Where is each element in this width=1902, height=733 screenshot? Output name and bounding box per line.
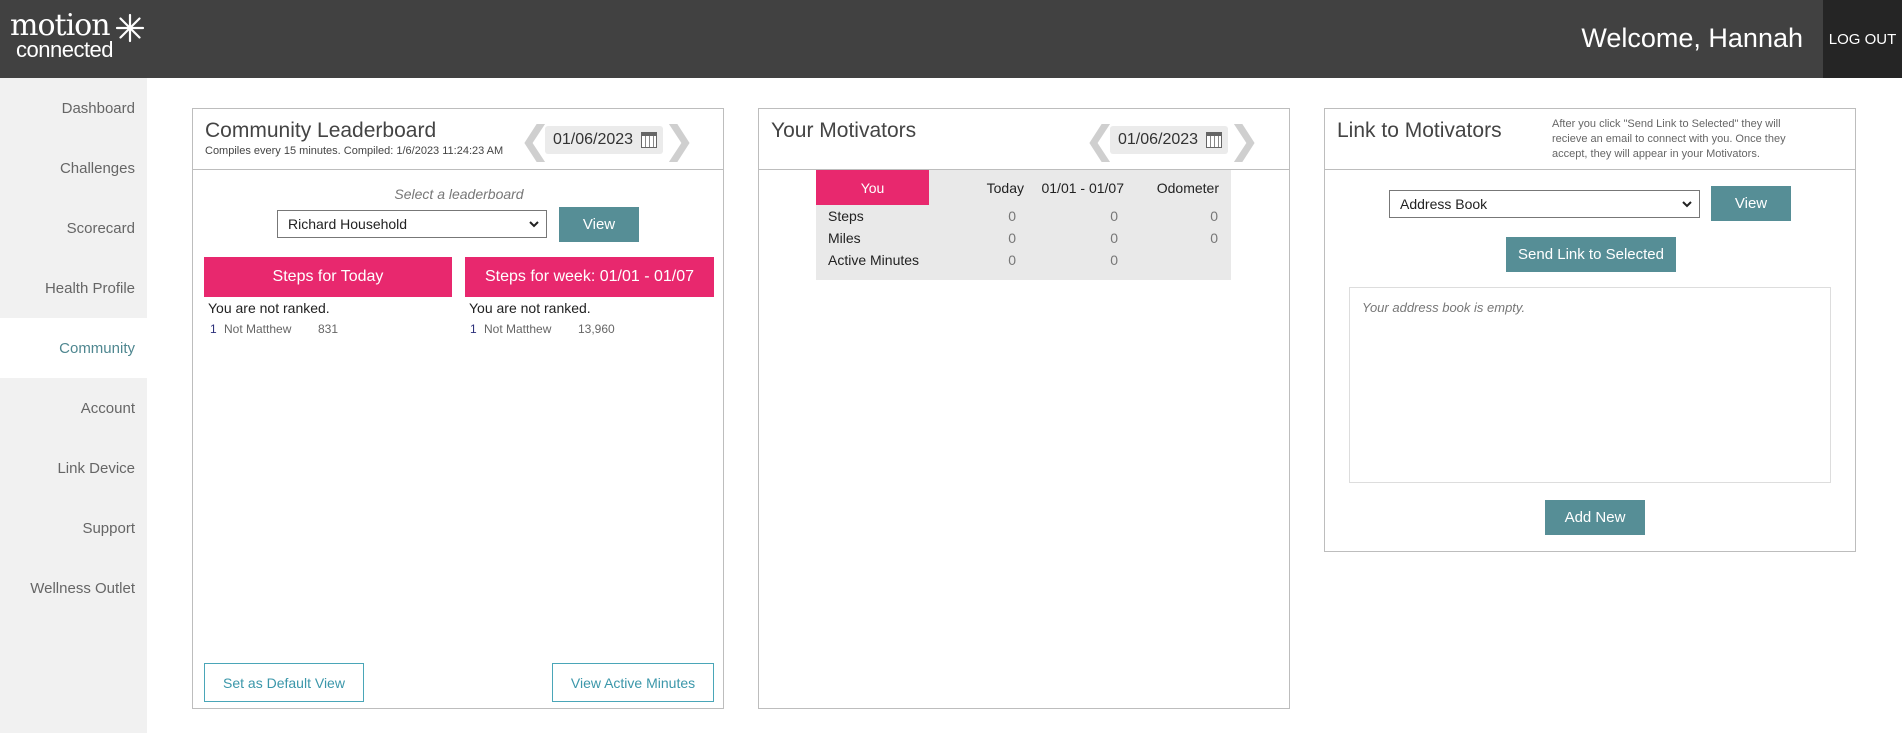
week-not-ranked-note: You are not ranked. <box>469 300 591 316</box>
row-label: Steps <box>828 208 864 224</box>
add-new-button[interactable]: Add New <box>1545 500 1645 535</box>
prev-date-chevron-icon[interactable]: ❮ <box>519 121 551 159</box>
leaderboard-date-picker[interactable]: 01/06/2023 <box>545 126 664 154</box>
rank-number: 1 <box>470 322 477 336</box>
link-motivators-panel: Link to Motivators After you click "Send… <box>1324 108 1856 552</box>
calendar-icon[interactable] <box>641 132 658 148</box>
address-book-select[interactable]: Address Book <box>1389 190 1700 218</box>
motivators-title: Your Motivators <box>771 119 917 142</box>
chevron-down-icon <box>1682 201 1692 208</box>
address-book-select-value: Address Book <box>1400 196 1488 212</box>
link-motivators-header: Link to Motivators After you click "Send… <box>1325 109 1855 170</box>
motivators-date-value: 01/06/2023 <box>1118 131 1199 148</box>
rank-value: 831 <box>318 322 339 336</box>
link-help-text: After you click "Send Link to Selected" … <box>1552 118 1786 160</box>
address-book-list: Your address book is empty. <box>1349 287 1831 483</box>
leaderboard-view-button[interactable]: View <box>559 207 639 242</box>
view-active-minutes-button[interactable]: View Active Minutes <box>552 663 714 702</box>
sidebar-item-account[interactable]: Account <box>0 378 147 438</box>
rank-value: 13,960 <box>578 322 615 336</box>
next-date-chevron-icon[interactable]: ❯ <box>1228 121 1260 159</box>
cell-today: 0 <box>1008 230 1016 246</box>
leaderboard-select[interactable]: Richard Household <box>277 210 547 238</box>
rank-name: Not Matthew <box>484 322 552 336</box>
sidebar-item-dashboard[interactable]: Dashboard <box>0 78 147 138</box>
cell-odometer: 0 <box>1210 208 1218 224</box>
chevron-down-icon <box>529 221 539 228</box>
leaderboard-panel: Community Leaderboard Compiles every 15 … <box>192 108 724 709</box>
address-book-view-button[interactable]: View <box>1711 186 1791 221</box>
motivators-table: You Today 01/01 - 01/07 Odometer Steps 0… <box>816 170 1231 280</box>
column-header-odometer: Odometer <box>1156 179 1219 196</box>
motion-connected-logo[interactable]: motion connected <box>10 11 150 63</box>
column-header-week: 01/01 - 01/07 <box>1041 179 1124 196</box>
today-not-ranked-note: You are not ranked. <box>208 300 330 316</box>
top-header: motion connected Welcome, Hannah LOG OUT <box>0 0 1902 78</box>
cell-today: 0 <box>1008 208 1016 224</box>
leaderboard-date-value: 01/06/2023 <box>553 131 634 148</box>
leaderboard-select-value: Richard Household <box>288 216 408 232</box>
welcome-message: Welcome, Hannah <box>1581 23 1803 53</box>
column-header-today: Today <box>986 179 1024 196</box>
cell-week: 0 <box>1110 230 1118 246</box>
rank-name: Not Matthew <box>224 322 292 336</box>
address-book-empty-message: Your address book is empty. <box>1362 300 1526 315</box>
column-header-you: You <box>816 170 929 205</box>
logo-text-connected: connected <box>16 37 114 62</box>
list-item: 1 Not Matthew 831 <box>210 322 338 336</box>
prev-date-chevron-icon[interactable]: ❮ <box>1084 121 1116 159</box>
select-leaderboard-label: Select a leaderboard <box>394 186 524 202</box>
row-label: Active Minutes <box>828 252 920 268</box>
cell-odometer: 0 <box>1210 230 1218 246</box>
starburst-icon <box>115 13 145 43</box>
send-link-button[interactable]: Send Link to Selected <box>1506 237 1676 272</box>
leaderboard-header: Community Leaderboard Compiles every 15 … <box>193 109 723 170</box>
motivators-date-picker[interactable]: 01/06/2023 <box>1110 126 1229 154</box>
calendar-icon[interactable] <box>1206 132 1223 148</box>
motivators-panel: Your Motivators ❮ 01/06/2023 ❯ You Today… <box>758 108 1290 709</box>
rank-number: 1 <box>210 322 217 336</box>
next-date-chevron-icon[interactable]: ❯ <box>663 121 695 159</box>
sidebar-nav: Dashboard Challenges Scorecard Health Pr… <box>0 78 147 733</box>
sidebar-item-support[interactable]: Support <box>0 498 147 558</box>
logout-button[interactable]: LOG OUT <box>1823 0 1902 78</box>
cell-week: 0 <box>1110 252 1118 268</box>
leaderboard-compile-info: Compiles every 15 minutes. Compiled: 1/6… <box>205 145 504 157</box>
link-motivators-title: Link to Motivators <box>1337 119 1502 142</box>
steps-today-heading: Steps for Today <box>204 257 452 297</box>
sidebar-item-challenges[interactable]: Challenges <box>0 138 147 198</box>
row-label: Miles <box>828 230 861 246</box>
sidebar-item-health-profile[interactable]: Health Profile <box>0 258 147 318</box>
cell-today: 0 <box>1008 252 1016 268</box>
sidebar-item-link-device[interactable]: Link Device <box>0 438 147 498</box>
cell-week: 0 <box>1110 208 1118 224</box>
sidebar-item-community[interactable]: Community <box>0 318 147 378</box>
list-item: 1 Not Matthew 13,960 <box>470 322 615 336</box>
leaderboard-date-nav: ❮ 01/06/2023 ❯ <box>519 121 695 159</box>
sidebar-item-scorecard[interactable]: Scorecard <box>0 198 147 258</box>
motivators-header: Your Motivators ❮ 01/06/2023 ❯ <box>759 109 1289 170</box>
set-default-view-button[interactable]: Set as Default View <box>204 663 364 702</box>
motivators-date-nav: ❮ 01/06/2023 ❯ <box>1084 121 1260 159</box>
sidebar-item-wellness-outlet[interactable]: Wellness Outlet <box>0 558 147 618</box>
leaderboard-title: Community Leaderboard <box>205 119 437 142</box>
steps-week-heading: Steps for week: 01/01 - 01/07 <box>465 257 714 297</box>
